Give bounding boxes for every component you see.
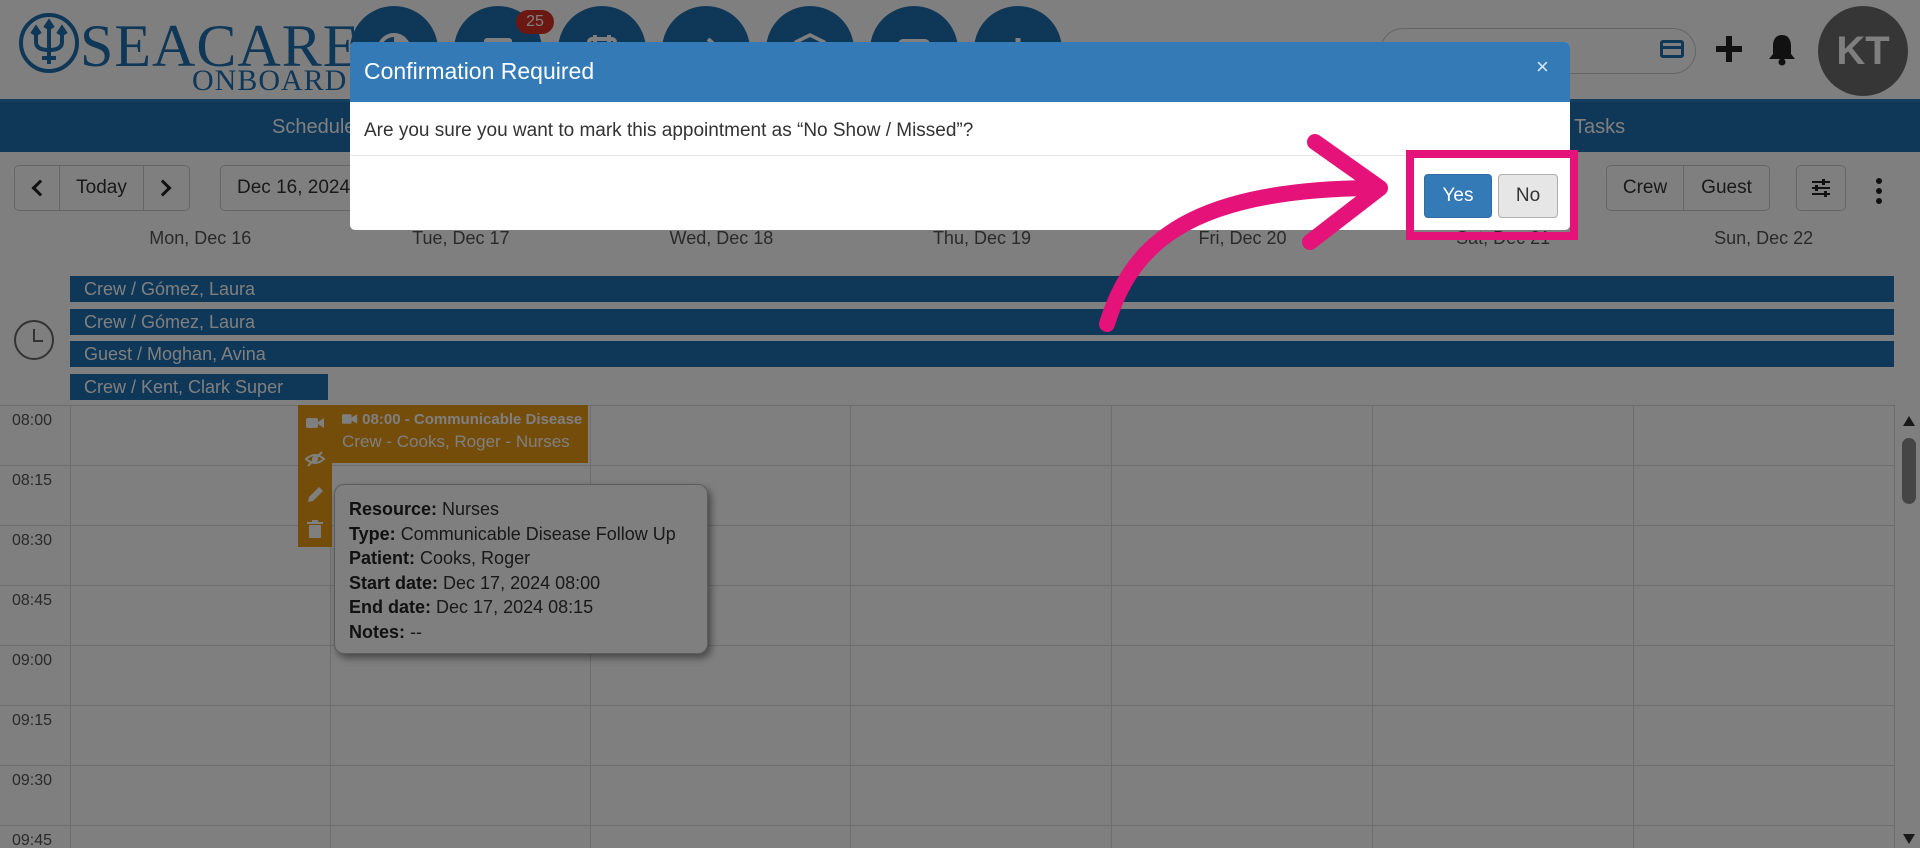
dialog-message: Are you sure you want to mark this appoi… — [364, 120, 974, 141]
highlight-box — [1406, 150, 1578, 240]
dialog-header: Confirmation Required × — [350, 42, 1570, 102]
close-icon[interactable]: × — [1536, 54, 1549, 80]
pointer-arrow-icon — [1099, 134, 1388, 332]
dialog-title: Confirmation Required — [364, 58, 595, 84]
